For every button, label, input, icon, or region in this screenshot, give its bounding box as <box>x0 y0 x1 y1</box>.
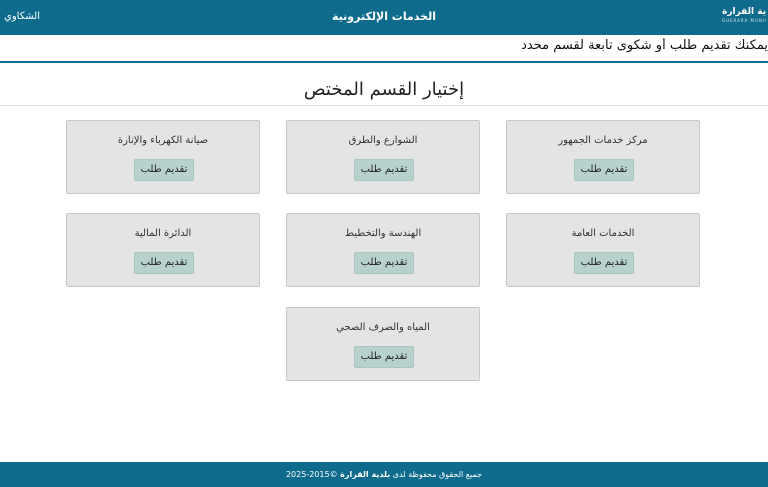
submit-request-button[interactable]: تقديم طلب <box>354 346 414 368</box>
footer-rights-text: جميع الحقوق محفوظة لدى <box>392 470 483 479</box>
department-name: الدائرة المالية <box>134 228 192 239</box>
intro-text: يمكنك تقديم طلب أو شكوى تابعة لقسم محدد <box>521 38 768 53</box>
department-card-finance: الدائرة المالية تقديم طلب <box>66 213 260 287</box>
submit-request-button[interactable]: تقديم طلب <box>134 252 194 274</box>
logo-english-text: GUERARA MUNICIPALITY <box>722 18 766 23</box>
title-divider <box>0 105 768 106</box>
header-divider <box>0 61 768 63</box>
page-title: إختيار القسم المختص <box>303 79 465 100</box>
department-card-general-services: الخدمات العامة تقديم طلب <box>506 213 700 287</box>
department-name: صيانة الكهرباء والإنارة <box>117 135 209 146</box>
department-name: الشوارع والطرق <box>348 135 418 146</box>
submit-request-button[interactable]: تقديم طلب <box>354 252 414 274</box>
department-card-electricity-lighting: صيانة الكهرباء والإنارة تقديم طلب <box>66 120 260 194</box>
submit-request-button[interactable]: تقديم طلب <box>574 252 634 274</box>
department-card-engineering-planning: الهندسة والتخطيط تقديم طلب <box>286 213 480 287</box>
department-name: المياه والصرف الصحي <box>336 322 430 333</box>
department-name: مركز خدمات الجمهور <box>558 135 648 146</box>
department-card-public-services-center: مركز خدمات الجمهور تقديم طلب <box>506 120 700 194</box>
department-name: الهندسة والتخطيط <box>344 228 422 239</box>
logo-arabic-text: بلدية القرارة <box>722 7 766 17</box>
department-name: الخدمات العامة <box>571 228 635 239</box>
footer-years: ©2015-2025 <box>285 470 338 479</box>
submit-request-button[interactable]: تقديم طلب <box>354 159 414 181</box>
department-card-water-sanitation: المياه والصرف الصحي تقديم طلب <box>286 307 480 381</box>
submit-request-button[interactable]: تقديم طلب <box>134 159 194 181</box>
department-card-streets-roads: الشوارع والطرق تقديم طلب <box>286 120 480 194</box>
municipality-logo[interactable]: بلدية القرارة GUERARA MUNICIPALITY <box>722 7 766 29</box>
footer-org-name: بلدية القرارة <box>340 470 391 479</box>
top-navbar: الشكاوي الخدمات الإلكترونية بلدية القرار… <box>0 0 768 35</box>
submit-request-button[interactable]: تقديم طلب <box>574 159 634 181</box>
site-title: الخدمات الإلكترونية <box>332 10 436 23</box>
footer: جميع الحقوق محفوظة لدى بلدية القرارة ©20… <box>0 462 768 487</box>
